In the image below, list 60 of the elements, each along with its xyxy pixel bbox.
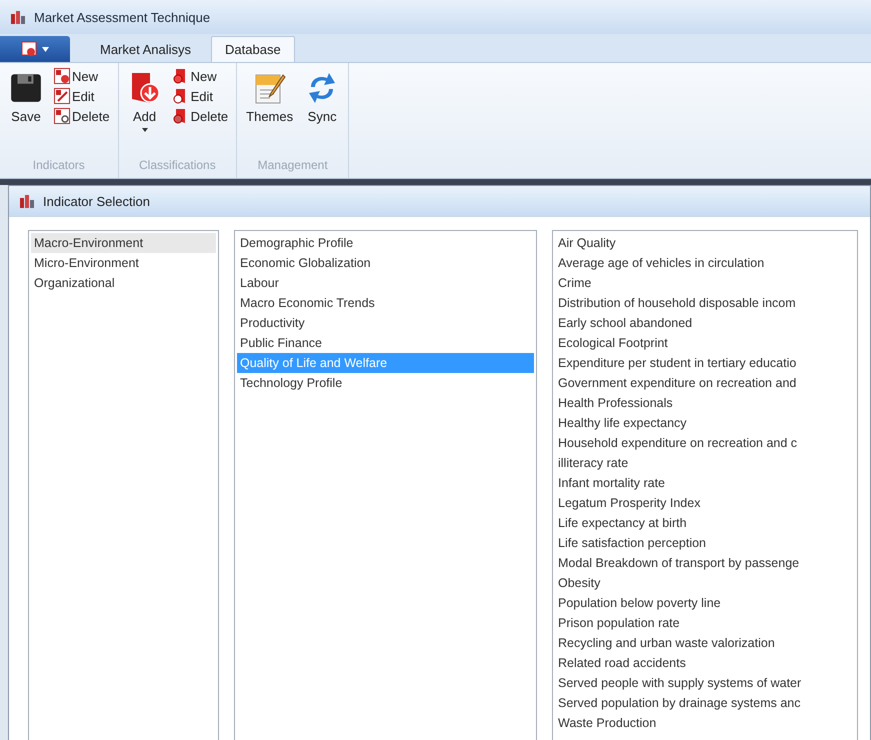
list-item[interactable]: Served population by drainage systems anc xyxy=(555,693,855,713)
panel-title: Indicator Selection xyxy=(43,194,150,208)
ribbon-button[interactable]: New xyxy=(170,67,230,85)
list-item[interactable]: Waste Production xyxy=(555,713,855,733)
ribbon-button[interactable]: New xyxy=(52,67,112,85)
list-item[interactable]: Infant mortality rate xyxy=(555,473,855,493)
caret-icon xyxy=(42,46,49,52)
ribbon-button[interactable]: Delete xyxy=(52,107,112,125)
ribbon-button[interactable]: Edit xyxy=(52,87,112,105)
app-logo-icon xyxy=(19,193,35,209)
window-title: Market Assessment Technique xyxy=(34,10,210,24)
list-item[interactable]: Average age of vehicles in circulation xyxy=(555,253,855,273)
list-item[interactable]: Crime xyxy=(555,273,855,293)
ribbon-button[interactable]: Themes xyxy=(243,67,296,158)
list-item[interactable]: illiteracy rate xyxy=(555,453,855,473)
edit-icon xyxy=(54,88,70,104)
list-item[interactable]: Healthy life expectancy xyxy=(555,413,855,433)
list-item[interactable]: Organizational xyxy=(31,273,216,293)
list-item[interactable]: Life expectancy at birth xyxy=(555,513,855,533)
list-item[interactable]: Population below poverty line xyxy=(555,593,855,613)
ribbon-tab[interactable]: Market Analisys xyxy=(86,36,206,62)
list-item[interactable]: Micro-Environment xyxy=(31,253,216,273)
list-item[interactable]: Health Professionals xyxy=(555,393,855,413)
app-logo-icon xyxy=(10,9,26,25)
list-item[interactable]: Prison population rate xyxy=(555,613,855,633)
list-item[interactable]: Life satisfaction perception xyxy=(555,533,855,553)
ribbon-tab[interactable]: Database xyxy=(211,36,295,62)
list-item[interactable]: Macro Economic Trends xyxy=(237,293,534,313)
list-item[interactable]: Labour xyxy=(237,273,534,293)
caret-icon xyxy=(142,128,148,132)
ribbon-button[interactable]: Save xyxy=(6,67,46,158)
list-item[interactable]: Related road accidents xyxy=(555,653,855,673)
list-item[interactable]: Expenditure per student in tertiary educatio xyxy=(555,353,855,373)
list-item[interactable]: Modal Breakdown of transport by passenge xyxy=(555,553,855,573)
application-menu-button[interactable] xyxy=(0,36,70,62)
list-item[interactable]: Economic Globalization xyxy=(237,253,534,273)
list-item[interactable]: Distribution of household disposable incom xyxy=(555,293,855,313)
list-item[interactable]: Technology Profile xyxy=(237,373,534,393)
ribbon-button[interactable]: Sync xyxy=(302,67,342,158)
list-item[interactable]: Early school abandoned xyxy=(555,313,855,333)
add-icon xyxy=(54,68,70,84)
group-label: Classifications xyxy=(138,158,217,174)
list-item[interactable]: Macro-Environment xyxy=(31,233,216,253)
list-item[interactable]: Obesity xyxy=(555,573,855,593)
list-item[interactable]: Productivity xyxy=(237,313,534,333)
ribbon-button[interactable]: Delete xyxy=(170,107,230,125)
list-item[interactable]: Legatum Prosperity Index xyxy=(555,493,855,513)
list-item[interactable]: Demographic Profile xyxy=(237,233,534,253)
list-item[interactable]: Public Finance xyxy=(237,333,534,353)
list-item[interactable]: Ecological Footprint xyxy=(555,333,855,353)
list-item[interactable]: Recycling and urban waste valorization xyxy=(555,633,855,653)
group-label: Management xyxy=(256,158,329,174)
list-item[interactable]: Household expenditure on recreation and c xyxy=(555,433,855,453)
ribbon-button[interactable]: Add xyxy=(124,67,165,158)
group-label: Indicators xyxy=(32,158,86,174)
ribbon-button[interactable]: Edit xyxy=(170,87,230,105)
document-icon xyxy=(21,41,39,57)
list-item[interactable]: Served people with supply systems of water xyxy=(555,673,855,693)
list-item[interactable]: Government expenditure on recreation and xyxy=(555,373,855,393)
list-item[interactable]: Air Quality xyxy=(555,233,855,253)
